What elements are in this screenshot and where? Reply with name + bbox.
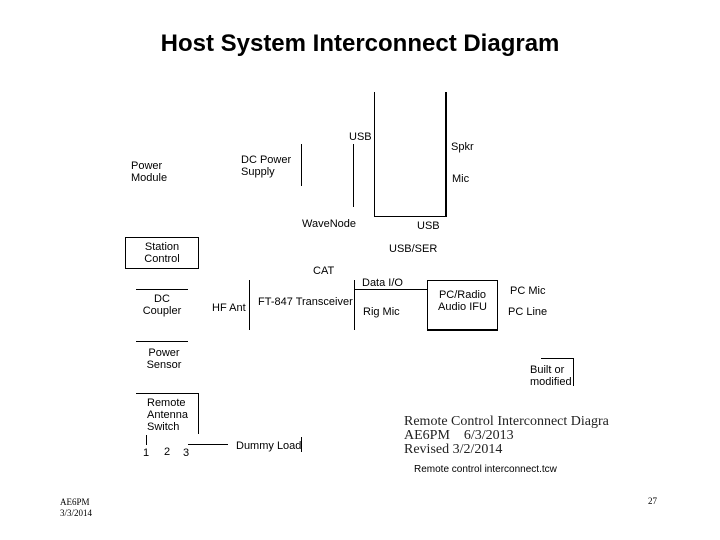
footer-author: AE6PM <box>60 497 90 507</box>
built-modified-line1: Built or <box>530 364 565 376</box>
pc-line-label: PC Line <box>508 306 548 318</box>
data-io-line <box>354 289 427 290</box>
caption-revised: Revised 3/2/2014 <box>404 442 503 457</box>
port-2-label: 2 <box>164 446 171 458</box>
remote-switch-top-line <box>136 393 198 394</box>
dc-coupler-line <box>136 289 188 290</box>
dc-power-supply-line2: Supply <box>241 166 275 178</box>
built-modified-line2: modified <box>530 376 572 388</box>
ft847-label: FT-847 Transceiver <box>258 296 353 308</box>
usb-ser-label: USB/SER <box>389 243 438 255</box>
power-module-label: Power Module <box>131 160 167 184</box>
footer-author-date: AE6PM 3/3/2014 <box>60 497 92 519</box>
pc-radio-audio-label: PC/Radio Audio IFU <box>427 289 498 313</box>
spkr-label: Spkr <box>451 141 474 153</box>
wavenode-usb-line <box>353 144 354 207</box>
usb-top-label: USB <box>349 131 372 143</box>
caption-filename: Remote control interconnect.tcw <box>414 464 557 475</box>
computer-right-line <box>445 92 447 217</box>
power-sensor-label: Power Sensor <box>136 347 192 371</box>
rig-mic-label: Rig Mic <box>363 306 400 318</box>
dc-power-supply-line <box>301 144 302 186</box>
station-control-label: Station Control <box>125 241 199 265</box>
caption-author-date: AE6PM 6/3/2013 <box>404 428 514 443</box>
remote-switch-line3: Switch <box>147 421 180 433</box>
dc-coupler-line2: Coupler <box>142 305 182 317</box>
power-module-line1: Power <box>131 160 163 172</box>
remote-switch-right-line <box>198 393 199 434</box>
station-control-line2: Control <box>144 253 180 265</box>
power-module-line2: Module <box>131 172 168 184</box>
computer-left-line <box>374 92 375 216</box>
power-sensor-line1: Power <box>148 347 180 359</box>
dc-coupler-label: DC Coupler <box>136 293 188 317</box>
pc-radio-line1: PC/Radio <box>438 289 487 301</box>
remote-antenna-switch-label: Remote Antenna Switch <box>147 397 188 433</box>
cat-label: CAT <box>313 265 335 277</box>
usb-bottom-label: USB <box>417 220 440 232</box>
computer-bottom-line <box>374 216 447 217</box>
dc-power-supply-label: DC Power Supply <box>241 154 291 178</box>
pc-radio-line2: Audio IFU <box>438 301 487 313</box>
footer-date: 3/3/2014 <box>60 508 93 518</box>
port-3-label: 3 <box>183 447 190 459</box>
power-sensor-line <box>136 341 188 342</box>
power-sensor-line2: Sensor <box>146 359 182 371</box>
station-control-line1: Station <box>144 241 180 253</box>
slide-title: Host System Interconnect Diagram <box>160 30 560 57</box>
built-modified-top-line <box>541 358 573 359</box>
dc-coupler-line1: DC <box>154 293 170 305</box>
dc-power-supply-line1: DC Power <box>241 154 292 166</box>
data-io-label: Data I/O <box>362 277 403 289</box>
dummy-load-label: Dummy Load <box>236 440 302 452</box>
page-number: 27 <box>648 496 657 506</box>
wavenode-label: WaveNode <box>302 218 357 230</box>
remote-switch-line1: Remote <box>147 397 186 409</box>
caption-title: Remote Control Interconnect Diagra <box>404 414 609 429</box>
port-1-label: 1 <box>143 447 150 459</box>
hf-ant-label: HF Ant <box>212 302 246 314</box>
mic-label: Mic <box>452 173 470 185</box>
built-modified-label: Built or modified <box>530 364 572 388</box>
ft847-left-line <box>249 280 250 330</box>
ft847-right-line <box>354 280 355 330</box>
pc-mic-label: PC Mic <box>510 285 546 297</box>
remote-switch-line2: Antenna <box>147 409 188 421</box>
dummy-load-line <box>188 444 228 445</box>
port-1-line <box>146 435 147 445</box>
built-modified-right-line <box>573 358 574 386</box>
